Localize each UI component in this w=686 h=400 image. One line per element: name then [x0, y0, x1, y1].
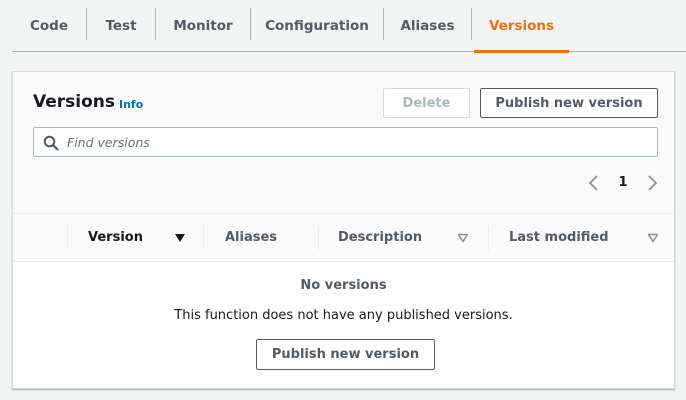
- tab-bar: Code Test Monitor Configuration Aliases …: [12, 0, 686, 53]
- column-header-description[interactable]: Description: [338, 214, 422, 261]
- search-input[interactable]: [67, 128, 647, 156]
- column-divider: [488, 226, 489, 250]
- table-header: Version Aliases Description Last modifie…: [13, 213, 674, 262]
- publish-new-version-button[interactable]: Publish new version: [480, 88, 658, 118]
- tab-divider: [471, 8, 472, 40]
- page-number[interactable]: 1: [617, 174, 629, 192]
- info-link[interactable]: Info: [119, 98, 143, 111]
- tab-configuration[interactable]: Configuration: [251, 0, 383, 52]
- column-header-last-modified[interactable]: Last modified: [509, 214, 609, 261]
- tab-aliases[interactable]: Aliases: [384, 0, 471, 52]
- search-box: [33, 127, 658, 157]
- column-divider: [67, 226, 68, 250]
- chevron-right-icon[interactable]: [645, 174, 659, 192]
- sort-icon[interactable]: [647, 233, 659, 243]
- chevron-left-icon[interactable]: [587, 174, 601, 192]
- versions-panel: Versions Info Delete Publish new version…: [12, 71, 675, 389]
- sort-icon[interactable]: [457, 233, 469, 243]
- column-header-aliases: Aliases: [225, 230, 278, 245]
- column-divider: [203, 226, 204, 250]
- publish-new-version-button-empty[interactable]: Publish new version: [256, 339, 435, 370]
- sort-descending-icon[interactable]: [174, 233, 186, 243]
- tab-test[interactable]: Test: [87, 0, 155, 52]
- search-icon: [43, 135, 59, 151]
- tab-code[interactable]: Code: [12, 0, 86, 52]
- panel-title: Versions: [33, 92, 115, 112]
- delete-button[interactable]: Delete: [383, 88, 470, 118]
- empty-state-title: No versions: [300, 278, 387, 293]
- empty-state-description: This function does not have any publishe…: [174, 308, 513, 323]
- tab-versions[interactable]: Versions: [474, 0, 569, 53]
- column-header-version[interactable]: Version: [88, 214, 143, 261]
- tab-monitor[interactable]: Monitor: [156, 0, 250, 52]
- panel-header: Versions Info Delete Publish new version…: [13, 72, 674, 213]
- column-divider: [318, 226, 319, 250]
